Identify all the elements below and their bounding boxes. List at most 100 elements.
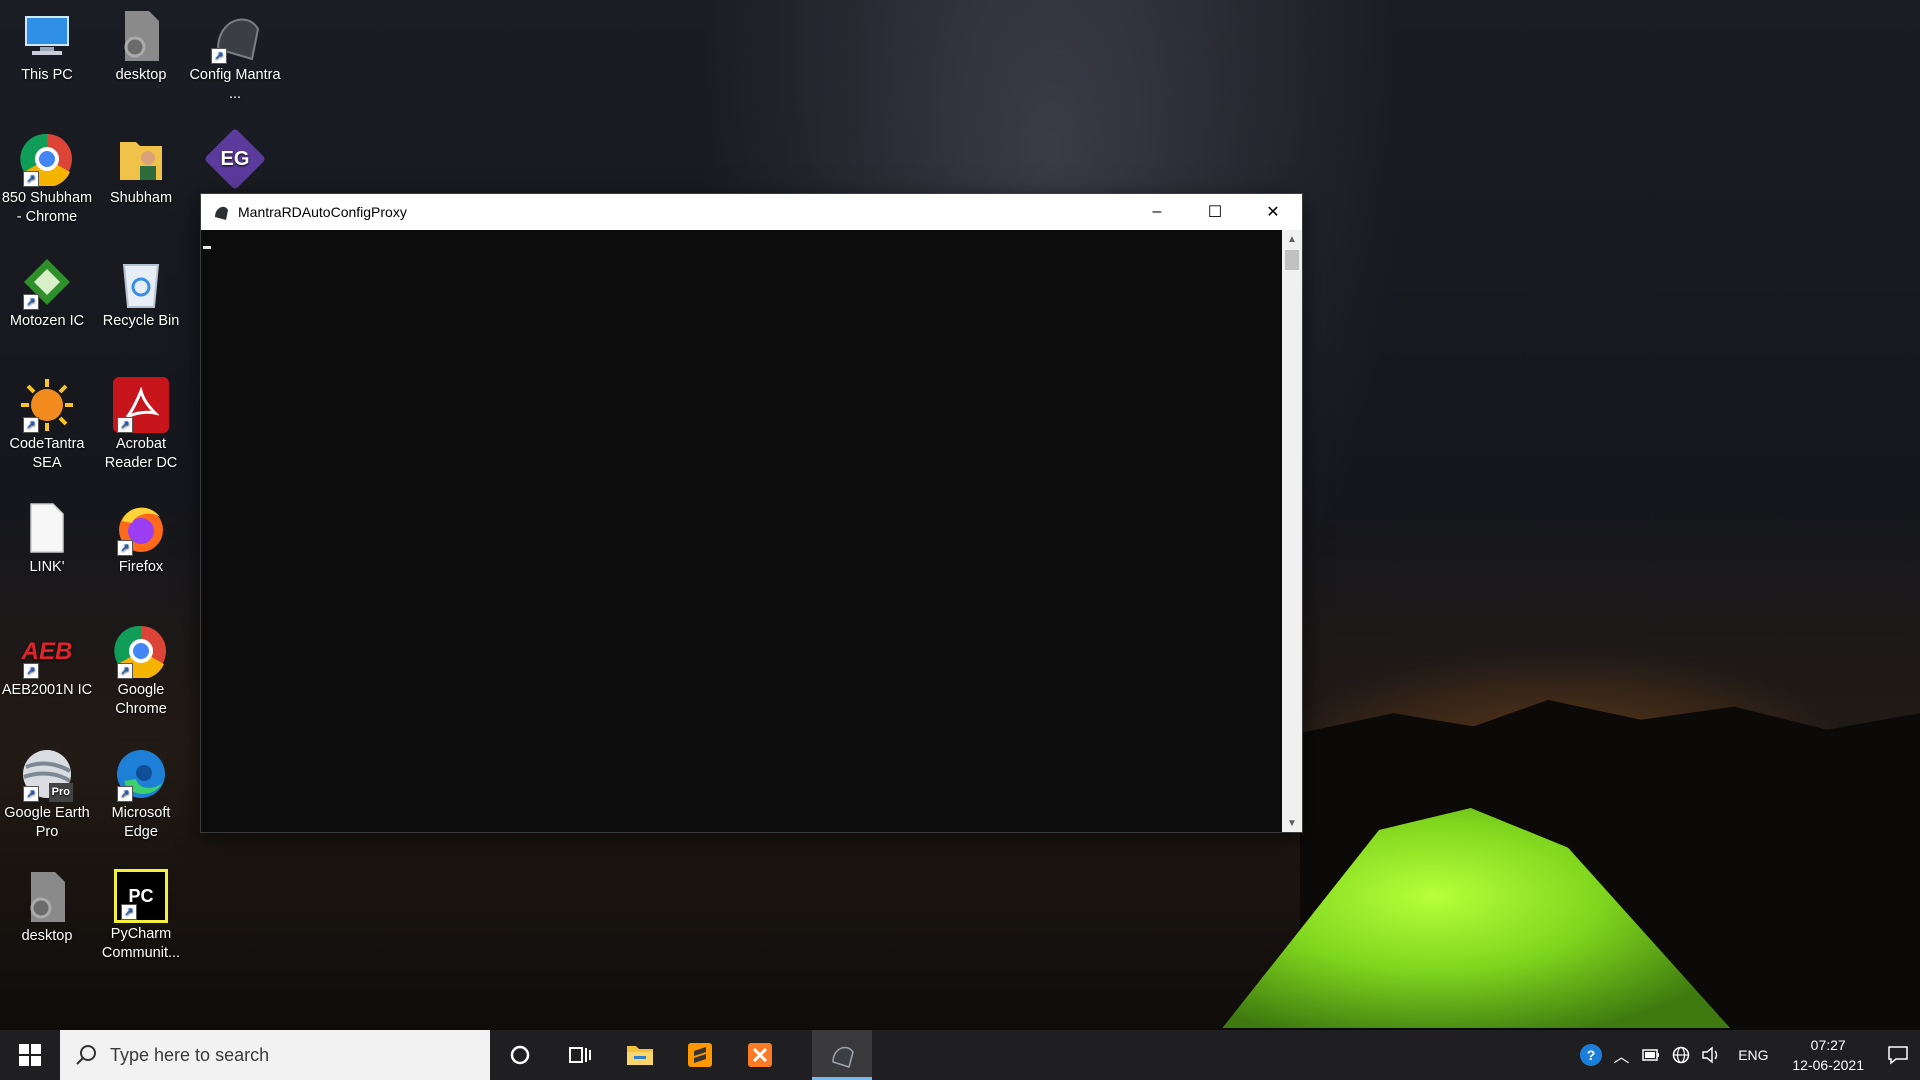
shortcut-arrow-icon: ↗ xyxy=(117,663,133,679)
search-placeholder: Type here to search xyxy=(110,1044,270,1065)
desktop-icon-this-pc[interactable]: This PC xyxy=(0,8,94,85)
desktop-icon-config-mantra[interactable]: ↗ Config Mantra ... xyxy=(188,8,282,104)
motozen-icon: ↗ xyxy=(19,254,75,310)
desktop-icon-recycle-bin[interactable]: Recycle Bin xyxy=(94,254,188,331)
window-titlebar[interactable]: MantraRDAutoConfigProxy – ☐ ✕ xyxy=(201,194,1302,230)
icon-label: AEB2001N IC xyxy=(1,682,93,698)
windows-logo-icon xyxy=(19,1044,41,1066)
xampp-button[interactable] xyxy=(730,1030,790,1080)
desktop-icon-shubham[interactable]: Shubham xyxy=(94,131,188,208)
desktop-icon-firefox[interactable]: ↗ Firefox xyxy=(94,500,188,577)
shortcut-arrow-icon: ↗ xyxy=(211,48,227,64)
taskbar: Type here to search ? ︿ ENG 07:27 12-06-… xyxy=(0,1030,1920,1080)
desktop-icon-google-chrome[interactable]: ↗ Google Chrome xyxy=(94,623,188,719)
file-explorer-button[interactable] xyxy=(610,1030,670,1080)
icon-label: LINK' xyxy=(29,559,65,575)
icon-label: 850 Shubham - Chrome xyxy=(1,190,93,225)
vertical-scrollbar[interactable]: ▲ ▼ xyxy=(1282,230,1302,832)
clock-date: 12-06-2021 xyxy=(1792,1057,1864,1073)
desktop-icon-codetantra[interactable]: ↗ CodeTantra SEA xyxy=(0,377,94,473)
desktop-icon-motozen[interactable]: ↗ Motozen IC xyxy=(0,254,94,331)
mantra-device-icon: ↗ xyxy=(207,8,263,64)
acrobat-icon: ↗ xyxy=(113,377,169,433)
sun-icon: ↗ xyxy=(19,377,75,433)
icon-label: This PC xyxy=(21,67,73,83)
help-icon[interactable]: ? xyxy=(1576,1030,1606,1080)
gear-file-icon xyxy=(19,869,75,925)
chrome-profile-icon: ↗ xyxy=(19,131,75,187)
desktop-icon-google-earth[interactable]: Pro ↗ Google Earth Pro xyxy=(0,746,94,842)
speaker-volume-icon[interactable] xyxy=(1696,1030,1726,1080)
shortcut-arrow-icon: ↗ xyxy=(117,786,133,802)
desktop-icon-edge[interactable]: ↗ Microsoft Edge xyxy=(94,746,188,842)
cortana-button[interactable] xyxy=(490,1030,550,1080)
maximize-button[interactable]: ☐ xyxy=(1186,194,1244,230)
console-output-area[interactable] xyxy=(201,230,1282,832)
system-tray: ? ︿ ENG 07:27 12-06-2021 xyxy=(1576,1030,1920,1080)
shortcut-arrow-icon: ↗ xyxy=(23,786,39,802)
desktop-icon-acrobat[interactable]: ↗ Acrobat Reader DC xyxy=(94,377,188,473)
recycle-bin-icon xyxy=(113,254,169,310)
folder-icon xyxy=(627,1046,653,1065)
battery-icon[interactable] xyxy=(1636,1030,1666,1080)
close-button[interactable]: ✕ xyxy=(1244,194,1302,230)
gear-file-icon xyxy=(113,8,169,64)
task-view-icon xyxy=(569,1047,591,1063)
mantra-device-icon xyxy=(832,1046,854,1068)
pycharm-logo-text: PC xyxy=(128,885,154,906)
console-window[interactable]: MantraRDAutoConfigProxy – ☐ ✕ ▲ ▼ xyxy=(200,193,1303,833)
window-title: MantraRDAutoConfigProxy xyxy=(238,204,407,220)
desktop-icon-aeb2001n[interactable]: AEB ↗ AEB2001N IC xyxy=(0,623,94,700)
mantra-app-icon xyxy=(215,206,228,220)
taskbar-search-box[interactable]: Type here to search xyxy=(60,1030,490,1080)
scroll-up-icon[interactable]: ▲ xyxy=(1282,230,1302,248)
icon-label: Config Mantra ... xyxy=(189,67,281,102)
desktop-icon-pycharm[interactable]: PC ↗ PyCharm Communit... xyxy=(94,869,188,963)
svg-text:?: ? xyxy=(1587,1047,1596,1063)
desktop-icon-eg[interactable]: EG xyxy=(188,127,282,191)
icon-label: Google Earth Pro xyxy=(4,805,90,840)
shortcut-arrow-icon: ↗ xyxy=(23,171,39,187)
aeb-logo-text: AEB xyxy=(21,637,73,665)
scroll-down-icon[interactable]: ▼ xyxy=(1282,814,1302,832)
desktop-icon-850-shubham-chrome[interactable]: ↗ 850 Shubham - Chrome xyxy=(0,131,94,227)
taskbar-mantra-app[interactable] xyxy=(812,1030,872,1080)
icon-label: desktop xyxy=(115,67,167,83)
desktop-icon-desktop-1[interactable]: desktop xyxy=(94,8,188,85)
shortcut-arrow-icon: ↗ xyxy=(23,294,39,310)
chevron-up-icon[interactable]: ︿ xyxy=(1606,1030,1636,1080)
globe-network-icon[interactable] xyxy=(1666,1030,1696,1080)
edge-icon: ↗ xyxy=(113,746,169,802)
desktop-icon-desktop-2[interactable]: desktop xyxy=(0,869,94,946)
icon-label: Google Chrome xyxy=(115,682,167,717)
start-button[interactable] xyxy=(0,1030,60,1080)
eg-logo-icon: EG xyxy=(203,127,267,191)
language-indicator[interactable]: ENG xyxy=(1726,1030,1780,1080)
desktop: This PC desktop ↗ Config Mantra ... ↗ 85… xyxy=(0,0,1920,1030)
icon-label: desktop xyxy=(21,928,73,944)
scroll-thumb[interactable] xyxy=(1285,250,1299,270)
desktop-icon-link[interactable]: LINK' xyxy=(0,500,94,577)
sublime-text-button[interactable] xyxy=(670,1030,730,1080)
icon-label: Acrobat Reader DC xyxy=(104,436,178,471)
aeb-icon: AEB ↗ xyxy=(19,623,75,679)
search-icon xyxy=(76,1045,96,1065)
icon-label: Shubham xyxy=(109,190,173,206)
minimize-button[interactable]: – xyxy=(1128,194,1186,230)
clock[interactable]: 07:27 12-06-2021 xyxy=(1780,1035,1876,1075)
firefox-icon: ↗ xyxy=(113,500,169,556)
shortcut-arrow-icon: ↗ xyxy=(121,904,137,920)
task-view-button[interactable] xyxy=(550,1030,610,1080)
google-earth-icon: Pro ↗ xyxy=(19,746,75,802)
shortcut-arrow-icon: ↗ xyxy=(117,417,133,433)
icon-label: Motozen IC xyxy=(9,313,85,329)
text-cursor xyxy=(203,246,211,249)
blank-file-icon xyxy=(19,500,75,556)
icon-label: CodeTantra SEA xyxy=(9,436,85,471)
xampp-icon xyxy=(748,1043,772,1067)
user-folder-icon xyxy=(113,131,169,187)
icon-label: PyCharm Communit... xyxy=(101,926,181,961)
cortana-circle-icon xyxy=(510,1045,530,1065)
action-center-icon[interactable] xyxy=(1876,1030,1920,1080)
icon-label: Microsoft Edge xyxy=(111,805,171,840)
